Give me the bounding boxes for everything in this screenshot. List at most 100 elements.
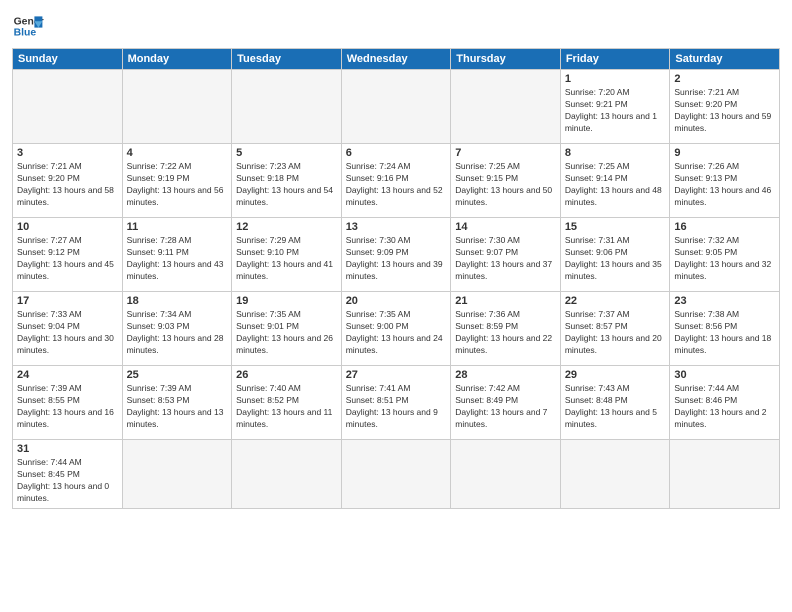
calendar-cell bbox=[451, 70, 561, 144]
calendar-cell: 16 Sunrise: 7:32 AMSunset: 9:05 PMDayligh… bbox=[670, 218, 780, 292]
weekday-header-saturday: Saturday bbox=[670, 49, 780, 70]
day-number: 16 bbox=[674, 221, 775, 233]
calendar-cell: 10 Sunrise: 7:27 AMSunset: 9:12 PMDayligh… bbox=[13, 218, 123, 292]
day-number: 29 bbox=[565, 369, 666, 381]
weekday-header-monday: Monday bbox=[122, 49, 232, 70]
day-info: Sunrise: 7:37 AMSunset: 8:57 PMDaylight:… bbox=[565, 309, 666, 357]
calendar-cell: 2Sunrise: 7:21 AMSunset: 9:20 PMDaylight… bbox=[670, 70, 780, 144]
calendar-cell: 8Sunrise: 7:25 AMSunset: 9:14 PMDaylight… bbox=[560, 144, 670, 218]
calendar-cell: 31 Sunrise: 7:44 AMSunset: 8:45 PMDayligh… bbox=[13, 440, 123, 509]
day-number: 19 bbox=[236, 295, 337, 307]
day-number: 21 bbox=[455, 295, 556, 307]
calendar-cell bbox=[13, 70, 123, 144]
calendar-cell: 22Sunrise: 7:37 AMSunset: 8:57 PMDayligh… bbox=[560, 292, 670, 366]
weekday-header-row: SundayMondayTuesdayWednesdayThursdayFrid… bbox=[13, 49, 780, 70]
day-info: Sunrise: 7:32 AMSunset: 9:05 PMDaylight:… bbox=[674, 235, 775, 283]
day-number: 27 bbox=[346, 369, 447, 381]
day-number: 20 bbox=[346, 295, 447, 307]
calendar-cell: 9 Sunrise: 7:26 AMSunset: 9:13 PMDaylight… bbox=[670, 144, 780, 218]
calendar-cell bbox=[560, 440, 670, 509]
day-info: Sunrise: 7:36 AMSunset: 8:59 PMDaylight:… bbox=[455, 309, 556, 357]
day-info: Sunrise: 7:25 AMSunset: 9:15 PMDaylight:… bbox=[455, 161, 556, 209]
day-number: 24 bbox=[17, 369, 118, 381]
week-row-1: 1 Sunrise: 7:20 AMSunset: 9:21 PMDaylight… bbox=[13, 70, 780, 144]
week-row-3: 10 Sunrise: 7:27 AMSunset: 9:12 PMDayligh… bbox=[13, 218, 780, 292]
calendar-cell: 28 Sunrise: 7:42 AMSunset: 8:49 PMDayligh… bbox=[451, 366, 561, 440]
day-number: 10 bbox=[17, 221, 118, 233]
calendar-cell: 19Sunrise: 7:35 AMSunset: 9:01 PMDayligh… bbox=[232, 292, 342, 366]
day-info: Sunrise: 7:44 AMSunset: 8:45 PMDaylight:… bbox=[17, 457, 118, 505]
day-info: Sunrise: 7:38 AMSunset: 8:56 PMDaylight:… bbox=[674, 309, 775, 357]
calendar-cell: 14 Sunrise: 7:30 AMSunset: 9:07 PMDayligh… bbox=[451, 218, 561, 292]
calendar-cell: 3 Sunrise: 7:21 AMSunset: 9:20 PMDaylight… bbox=[13, 144, 123, 218]
day-info: Sunrise: 7:43 AMSunset: 8:48 PMDaylight:… bbox=[565, 383, 666, 431]
day-number: 18 bbox=[127, 295, 228, 307]
day-number: 3 bbox=[17, 147, 118, 159]
weekday-header-thursday: Thursday bbox=[451, 49, 561, 70]
day-info: Sunrise: 7:26 AMSunset: 9:13 PMDaylight:… bbox=[674, 161, 775, 209]
calendar-cell: 12 Sunrise: 7:29 AMSunset: 9:10 PMDayligh… bbox=[232, 218, 342, 292]
day-number: 25 bbox=[127, 369, 228, 381]
day-number: 28 bbox=[455, 369, 556, 381]
calendar-page: General Blue SundayMondayTuesdayWednesda… bbox=[0, 0, 792, 612]
calendar-cell bbox=[341, 440, 451, 509]
week-row-6: 31 Sunrise: 7:44 AMSunset: 8:45 PMDayligh… bbox=[13, 440, 780, 509]
day-info: Sunrise: 7:41 AMSunset: 8:51 PMDaylight:… bbox=[346, 383, 447, 431]
day-info: Sunrise: 7:21 AMSunset: 9:20 PMDaylight:… bbox=[674, 87, 775, 135]
day-number: 7 bbox=[455, 147, 556, 159]
day-number: 17 bbox=[17, 295, 118, 307]
day-info: Sunrise: 7:22 AMSunset: 9:19 PMDaylight:… bbox=[127, 161, 228, 209]
day-number: 12 bbox=[236, 221, 337, 233]
day-info: Sunrise: 7:30 AMSunset: 9:09 PMDaylight:… bbox=[346, 235, 447, 283]
svg-text:Blue: Blue bbox=[14, 28, 37, 39]
calendar-cell: 1 Sunrise: 7:20 AMSunset: 9:21 PMDaylight… bbox=[560, 70, 670, 144]
day-info: Sunrise: 7:25 AMSunset: 9:14 PMDaylight:… bbox=[565, 161, 666, 209]
day-number: 14 bbox=[455, 221, 556, 233]
calendar-cell: 23 Sunrise: 7:38 AMSunset: 8:56 PMDayligh… bbox=[670, 292, 780, 366]
day-number: 9 bbox=[674, 147, 775, 159]
day-number: 5 bbox=[236, 147, 337, 159]
day-number: 31 bbox=[17, 443, 118, 455]
week-row-4: 17 Sunrise: 7:33 AMSunset: 9:04 PMDayligh… bbox=[13, 292, 780, 366]
calendar-cell: 6 Sunrise: 7:24 AMSunset: 9:16 PMDaylight… bbox=[341, 144, 451, 218]
day-info: Sunrise: 7:35 AMSunset: 9:00 PMDaylight:… bbox=[346, 309, 447, 357]
weekday-header-tuesday: Tuesday bbox=[232, 49, 342, 70]
day-number: 23 bbox=[674, 295, 775, 307]
day-info: Sunrise: 7:42 AMSunset: 8:49 PMDaylight:… bbox=[455, 383, 556, 431]
logo: General Blue bbox=[12, 10, 44, 42]
calendar-cell: 27 Sunrise: 7:41 AMSunset: 8:51 PMDayligh… bbox=[341, 366, 451, 440]
day-number: 15 bbox=[565, 221, 666, 233]
day-info: Sunrise: 7:39 AMSunset: 8:53 PMDaylight:… bbox=[127, 383, 228, 431]
weekday-header-sunday: Sunday bbox=[13, 49, 123, 70]
day-info: Sunrise: 7:21 AMSunset: 9:20 PMDaylight:… bbox=[17, 161, 118, 209]
day-number: 1 bbox=[565, 73, 666, 85]
day-info: Sunrise: 7:28 AMSunset: 9:11 PMDaylight:… bbox=[127, 235, 228, 283]
day-info: Sunrise: 7:27 AMSunset: 9:12 PMDaylight:… bbox=[17, 235, 118, 283]
day-number: 13 bbox=[346, 221, 447, 233]
week-row-5: 24 Sunrise: 7:39 AMSunset: 8:55 PMDayligh… bbox=[13, 366, 780, 440]
calendar-cell: 20 Sunrise: 7:35 AMSunset: 9:00 PMDayligh… bbox=[341, 292, 451, 366]
weekday-header-friday: Friday bbox=[560, 49, 670, 70]
day-info: Sunrise: 7:39 AMSunset: 8:55 PMDaylight:… bbox=[17, 383, 118, 431]
calendar-cell: 11 Sunrise: 7:28 AMSunset: 9:11 PMDayligh… bbox=[122, 218, 232, 292]
day-info: Sunrise: 7:30 AMSunset: 9:07 PMDaylight:… bbox=[455, 235, 556, 283]
weekday-header-wednesday: Wednesday bbox=[341, 49, 451, 70]
calendar-table: SundayMondayTuesdayWednesdayThursdayFrid… bbox=[12, 48, 780, 509]
calendar-cell: 29 Sunrise: 7:43 AMSunset: 8:48 PMDayligh… bbox=[560, 366, 670, 440]
day-info: Sunrise: 7:33 AMSunset: 9:04 PMDaylight:… bbox=[17, 309, 118, 357]
calendar-cell: 21 Sunrise: 7:36 AMSunset: 8:59 PMDayligh… bbox=[451, 292, 561, 366]
day-info: Sunrise: 7:20 AMSunset: 9:21 PMDaylight:… bbox=[565, 87, 666, 135]
header: General Blue bbox=[12, 10, 780, 42]
day-info: Sunrise: 7:24 AMSunset: 9:16 PMDaylight:… bbox=[346, 161, 447, 209]
calendar-cell: 25 Sunrise: 7:39 AMSunset: 8:53 PMDayligh… bbox=[122, 366, 232, 440]
logo-icon: General Blue bbox=[12, 10, 44, 42]
calendar-cell: 5 Sunrise: 7:23 AMSunset: 9:18 PMDaylight… bbox=[232, 144, 342, 218]
day-number: 4 bbox=[127, 147, 228, 159]
day-info: Sunrise: 7:44 AMSunset: 8:46 PMDaylight:… bbox=[674, 383, 775, 431]
day-info: Sunrise: 7:23 AMSunset: 9:18 PMDaylight:… bbox=[236, 161, 337, 209]
day-info: Sunrise: 7:29 AMSunset: 9:10 PMDaylight:… bbox=[236, 235, 337, 283]
calendar-cell: 13 Sunrise: 7:30 AMSunset: 9:09 PMDayligh… bbox=[341, 218, 451, 292]
calendar-cell: 7 Sunrise: 7:25 AMSunset: 9:15 PMDaylight… bbox=[451, 144, 561, 218]
day-number: 11 bbox=[127, 221, 228, 233]
day-number: 6 bbox=[346, 147, 447, 159]
